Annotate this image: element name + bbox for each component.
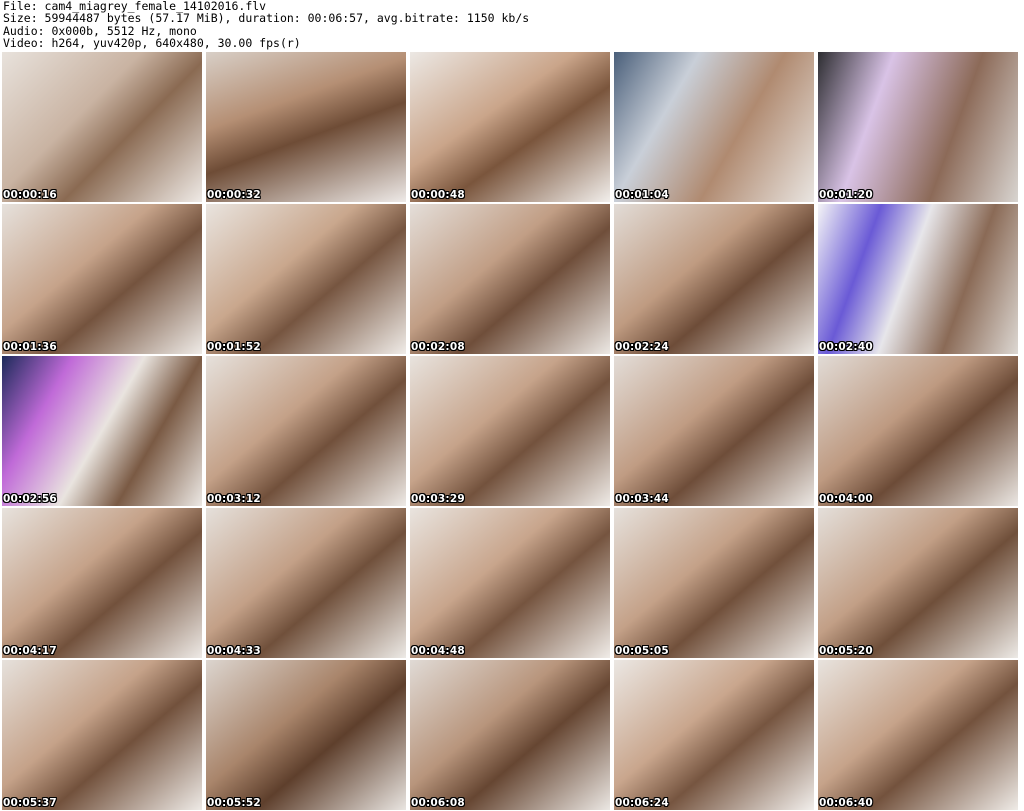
video-info-line: Video: h264, yuv420p, 640x480, 30.00 fps… xyxy=(3,35,301,50)
thumbnail-timestamp: 00:02:24 xyxy=(615,341,669,353)
video-thumbnail: 00:03:12 xyxy=(206,356,406,506)
video-thumbnail: 00:01:20 xyxy=(818,52,1018,202)
thumbnail-frame xyxy=(2,356,202,506)
video-thumbnail: 00:00:16 xyxy=(2,52,202,202)
thumbnail-timestamp: 00:01:52 xyxy=(207,341,261,353)
thumbnail-frame xyxy=(2,204,202,354)
thumbnail-frame xyxy=(2,508,202,658)
thumbnail-frame xyxy=(614,204,814,354)
thumbnail-grid: 00:00:16 00:00:32 00:00:48 00:01:04 00:0… xyxy=(2,52,1022,810)
thumbnail-timestamp: 00:06:24 xyxy=(615,797,669,809)
thumbnail-frame xyxy=(206,660,406,810)
thumbnail-timestamp: 00:00:16 xyxy=(3,189,57,201)
video-thumbnail: 00:00:32 xyxy=(206,52,406,202)
thumbnail-frame xyxy=(818,660,1018,810)
thumbnail-timestamp: 00:05:20 xyxy=(819,645,873,657)
video-thumbnail: 00:02:56 xyxy=(2,356,202,506)
thumbnail-timestamp: 00:05:37 xyxy=(3,797,57,809)
thumbnail-timestamp: 00:04:00 xyxy=(819,493,873,505)
thumbnail-frame xyxy=(614,52,814,202)
thumbnail-frame xyxy=(410,660,610,810)
thumbnail-frame xyxy=(206,52,406,202)
video-thumbnail: 00:00:48 xyxy=(410,52,610,202)
file-info-header: File: cam4_miagrey_female_14102016.flv S… xyxy=(3,0,1021,50)
thumbnail-timestamp: 00:06:08 xyxy=(411,797,465,809)
thumbnail-frame xyxy=(818,52,1018,202)
video-thumbnail: 00:01:04 xyxy=(614,52,814,202)
thumbnail-frame xyxy=(818,356,1018,506)
thumbnail-timestamp: 00:01:20 xyxy=(819,189,873,201)
thumbnail-frame xyxy=(2,660,202,810)
thumbnail-timestamp: 00:01:04 xyxy=(615,189,669,201)
thumbnail-timestamp: 00:02:08 xyxy=(411,341,465,353)
thumbnail-timestamp: 00:06:40 xyxy=(819,797,873,809)
thumbnail-timestamp: 00:00:32 xyxy=(207,189,261,201)
thumbnail-frame xyxy=(614,356,814,506)
file-size-line: Size: 59944487 bytes (57.17 MiB), durati… xyxy=(3,11,530,26)
video-thumbnail: 00:05:52 xyxy=(206,660,406,810)
thumbnail-frame xyxy=(818,508,1018,658)
video-thumbnail: 00:02:24 xyxy=(614,204,814,354)
thumbnail-timestamp: 00:01:36 xyxy=(3,341,57,353)
thumbnail-timestamp: 00:05:52 xyxy=(207,797,261,809)
thumbnail-frame xyxy=(206,204,406,354)
video-thumbnail: 00:01:36 xyxy=(2,204,202,354)
thumbnail-timestamp: 00:04:48 xyxy=(411,645,465,657)
thumbnail-timestamp: 00:04:33 xyxy=(207,645,261,657)
video-thumbnail: 00:05:05 xyxy=(614,508,814,658)
thumbnail-frame xyxy=(410,204,610,354)
video-thumbnail: 00:03:29 xyxy=(410,356,610,506)
video-thumbnail: 00:04:17 xyxy=(2,508,202,658)
thumbnail-timestamp: 00:00:48 xyxy=(411,189,465,201)
thumbnail-frame xyxy=(2,52,202,202)
thumbnail-timestamp: 00:02:40 xyxy=(819,341,873,353)
video-thumbnail: 00:02:40 xyxy=(818,204,1018,354)
video-thumbnail: 00:06:08 xyxy=(410,660,610,810)
video-thumbnail: 00:03:44 xyxy=(614,356,814,506)
thumbnail-frame xyxy=(206,356,406,506)
thumbnail-timestamp: 00:05:05 xyxy=(615,645,669,657)
thumbnail-timestamp: 00:03:29 xyxy=(411,493,465,505)
thumbnail-frame xyxy=(818,204,1018,354)
video-thumbnail: 00:06:24 xyxy=(614,660,814,810)
video-thumbnail: 00:04:33 xyxy=(206,508,406,658)
video-thumbnail: 00:06:40 xyxy=(818,660,1018,810)
thumbnail-frame xyxy=(410,52,610,202)
thumbnail-frame xyxy=(614,508,814,658)
thumbnail-timestamp: 00:03:12 xyxy=(207,493,261,505)
thumbnail-frame xyxy=(206,508,406,658)
video-thumbnail: 00:05:37 xyxy=(2,660,202,810)
thumbnail-timestamp: 00:03:44 xyxy=(615,493,669,505)
video-thumbnail: 00:04:00 xyxy=(818,356,1018,506)
video-thumbnail: 00:05:20 xyxy=(818,508,1018,658)
video-thumbnail: 00:01:52 xyxy=(206,204,406,354)
video-thumbnail: 00:04:48 xyxy=(410,508,610,658)
thumbnail-frame xyxy=(410,508,610,658)
thumbnail-frame xyxy=(614,660,814,810)
video-thumbnail: 00:02:08 xyxy=(410,204,610,354)
thumbnail-timestamp: 00:04:17 xyxy=(3,645,57,657)
thumbnail-frame xyxy=(410,356,610,506)
thumbnail-timestamp: 00:02:56 xyxy=(3,493,57,505)
